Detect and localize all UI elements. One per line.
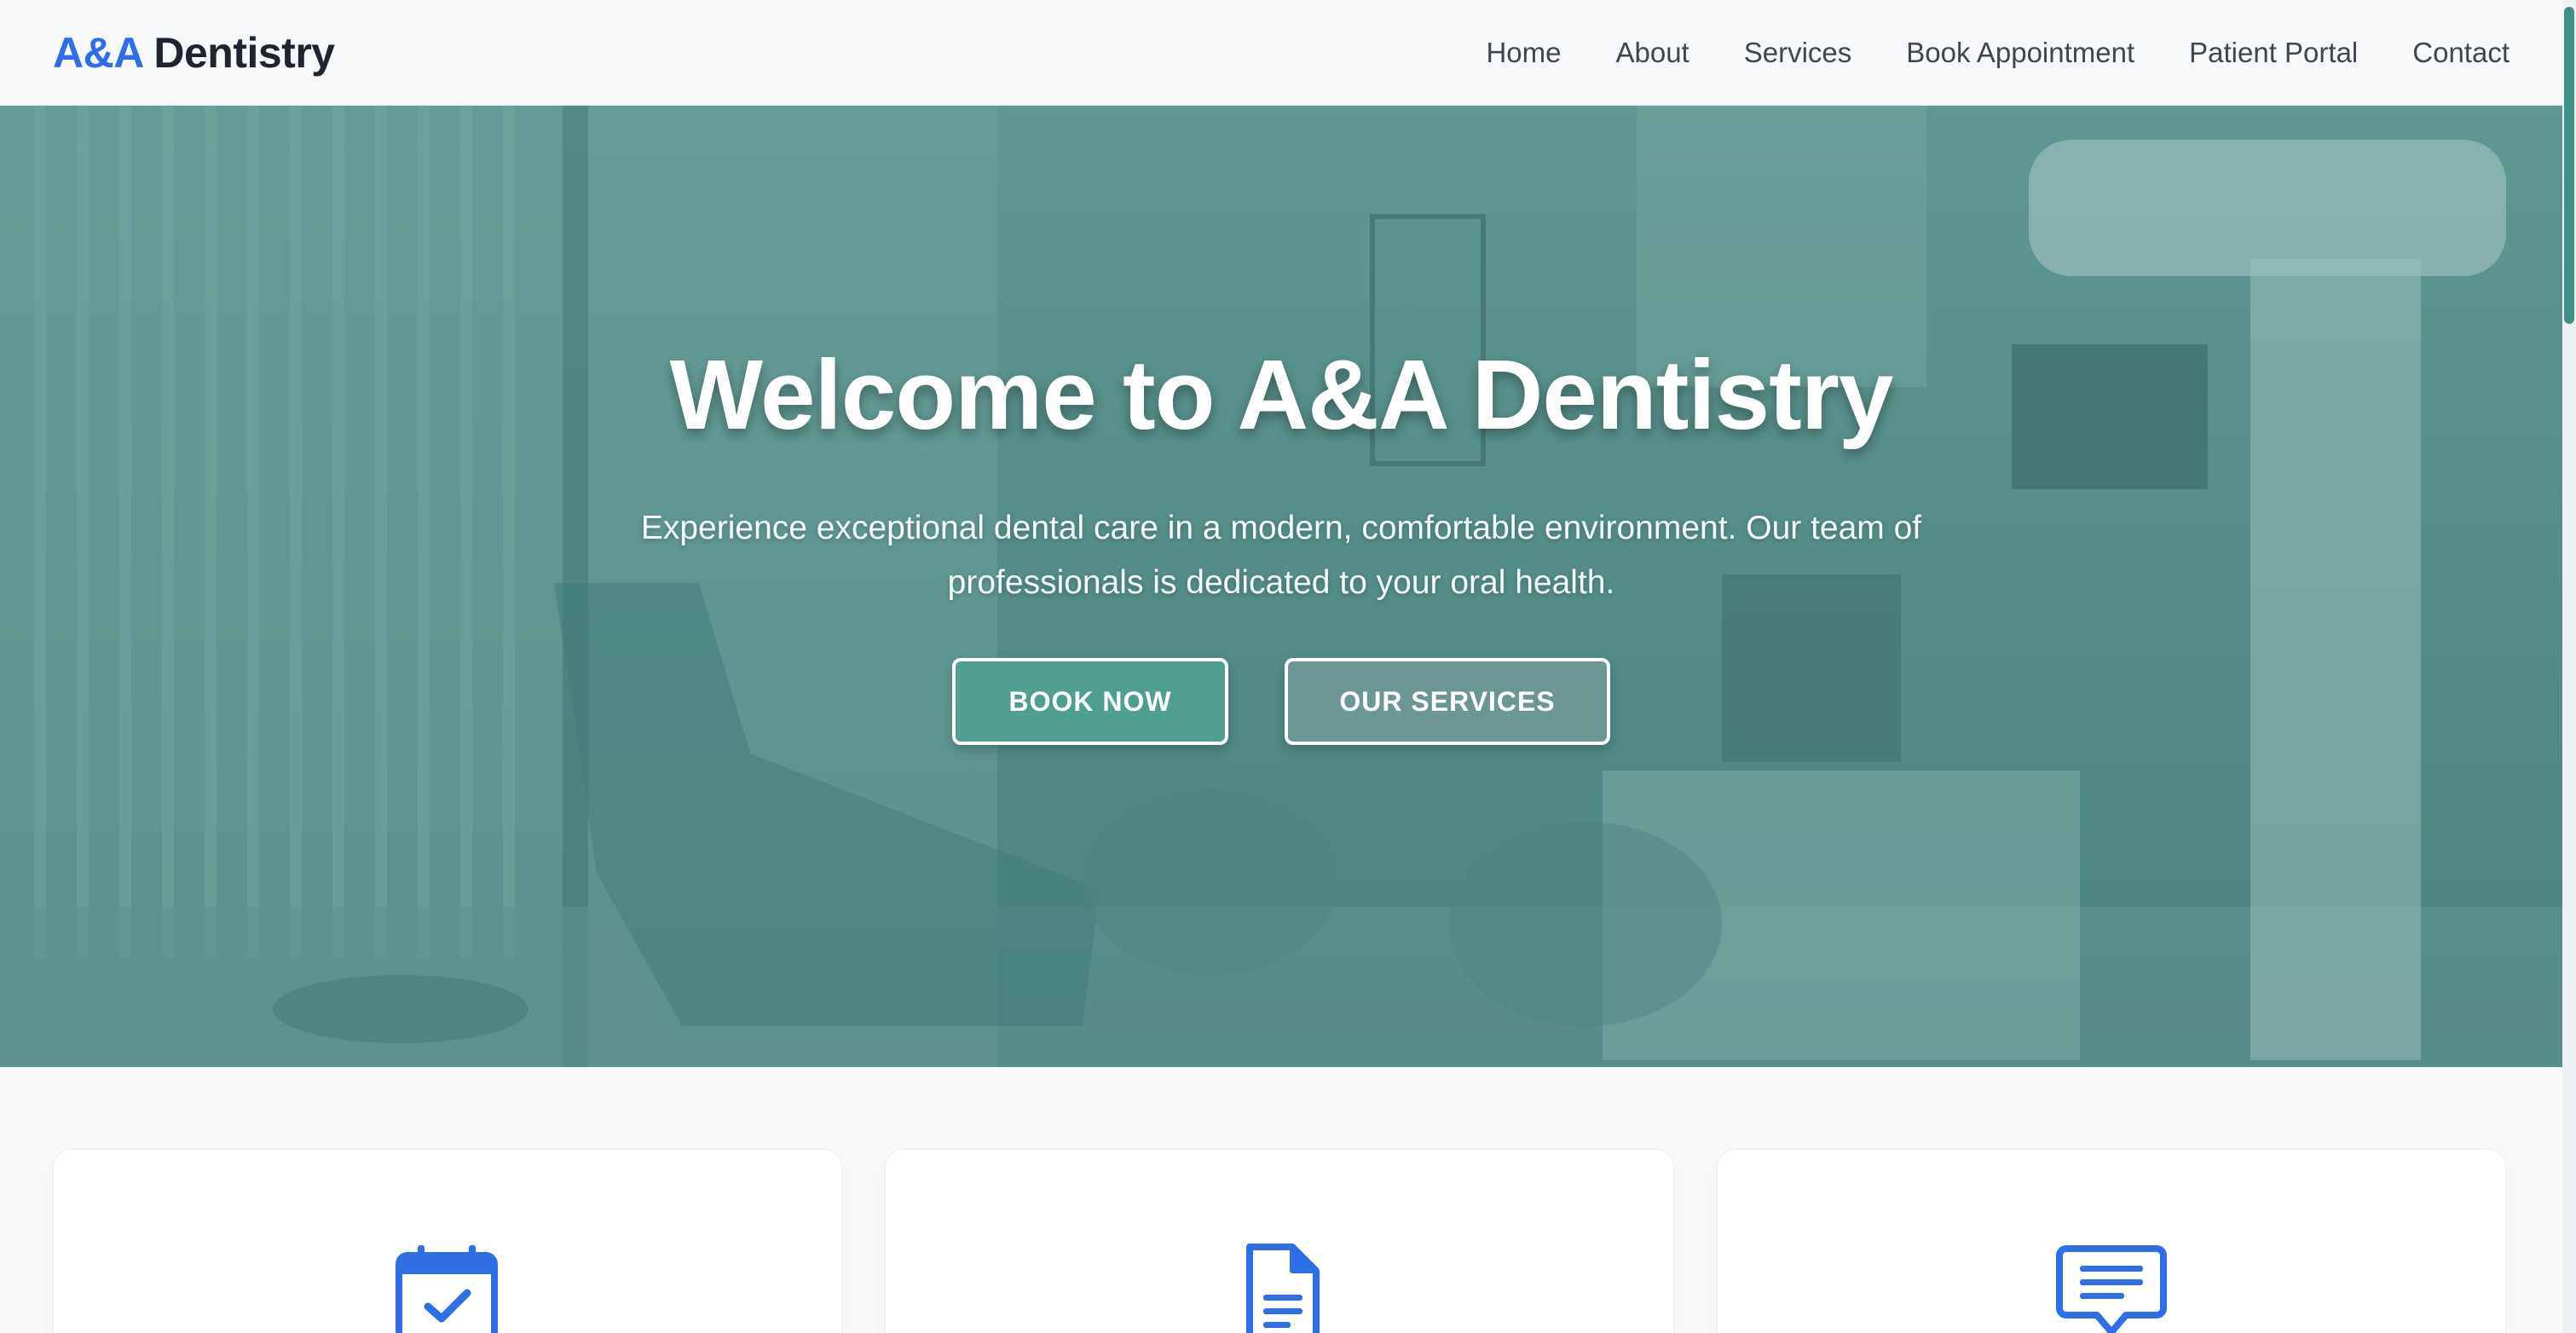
hero-buttons: BOOK NOW OUR SERVICES: [952, 658, 1610, 745]
nav-contact[interactable]: Contact: [2412, 37, 2510, 69]
logo-brand: A&A: [53, 28, 142, 77]
page-scrollbar[interactable]: [2562, 0, 2576, 1333]
book-now-button[interactable]: BOOK NOW: [952, 658, 1228, 745]
main-nav: Home About Services Book Appointment Pat…: [1431, 37, 2510, 69]
calendar-check-icon: [396, 1245, 498, 1333]
nav-services[interactable]: Services: [1744, 37, 1852, 69]
document-icon: [1246, 1244, 1320, 1333]
feature-card-contact[interactable]: [1717, 1149, 2506, 1333]
nav-book-appointment[interactable]: Book Appointment: [1906, 37, 2134, 69]
nav-patient-portal[interactable]: Patient Portal: [2189, 37, 2358, 69]
page: A&A Dentistry Home About Services Book A…: [0, 0, 2576, 1333]
our-services-button[interactable]: OUR SERVICES: [1285, 658, 1610, 745]
scrollbar-thumb[interactable]: [2564, 7, 2574, 324]
site-header: A&A Dentistry Home About Services Book A…: [0, 0, 2562, 106]
chat-bubble-icon: [2056, 1245, 2167, 1333]
feature-cards: [53, 1149, 2506, 1333]
hero-section: Welcome to A&A Dentistry Experience exce…: [0, 106, 2562, 1067]
hero-content: Welcome to A&A Dentistry Experience exce…: [0, 106, 2562, 1067]
feature-card-records[interactable]: [885, 1149, 1674, 1333]
feature-card-appointments[interactable]: [53, 1149, 842, 1333]
nav-home[interactable]: Home: [1486, 37, 1561, 69]
nav-about[interactable]: About: [1615, 37, 1689, 69]
logo-text: Dentistry: [142, 28, 335, 77]
hero-subtitle: Experience exceptional dental care in a …: [640, 510, 1922, 601]
logo[interactable]: A&A Dentistry: [53, 28, 335, 78]
hero-title: Welcome to A&A Dentistry: [669, 339, 1894, 450]
